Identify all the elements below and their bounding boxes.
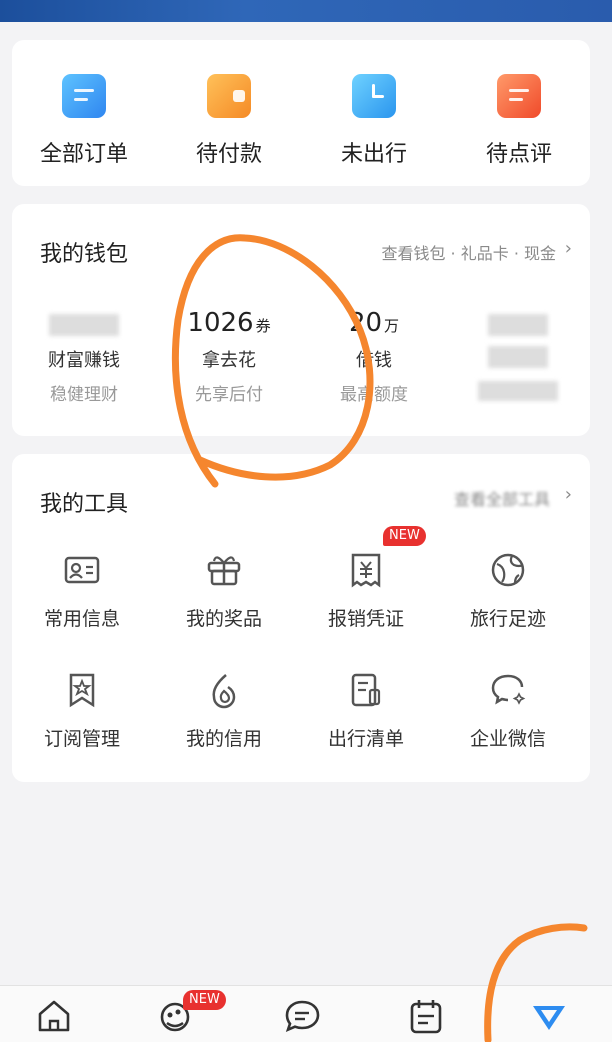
- chat-bubble-icon: [488, 670, 528, 710]
- wealth-value: [12, 308, 156, 340]
- loan-value: 20 万: [348, 308, 400, 338]
- home-icon[interactable]: [34, 998, 74, 1034]
- tool-common-info[interactable]: 常用信息: [12, 550, 152, 631]
- all-orders-icon: [62, 74, 106, 118]
- tool-reimbursement[interactable]: 报销凭证 NEW: [296, 526, 436, 631]
- tool-travel-footprint[interactable]: 旅行足迹: [438, 550, 578, 631]
- credit-drop-icon: [204, 670, 244, 710]
- receipt-icon: [346, 550, 386, 590]
- wallet-title: 我的钱包: [40, 242, 129, 267]
- orders-card: 全部订单 待付款 未出行 待点评: [12, 40, 590, 186]
- pending-payment-button[interactable]: 待付款: [159, 74, 299, 168]
- tools-card: 我的工具 查看全部工具 › 常用信息 我的奖品 报销凭证 NEW 旅行足迹 订阅…: [12, 454, 590, 782]
- bookmark-star-icon: [62, 670, 102, 710]
- wallet-item-4[interactable]: [446, 308, 590, 406]
- nqh-value: 1026 券: [187, 308, 271, 338]
- new-badge: NEW: [183, 990, 226, 1010]
- gift-icon: [204, 550, 244, 590]
- top-banner: [0, 0, 612, 22]
- tool-subscription[interactable]: 订阅管理: [12, 670, 152, 751]
- globe-icon: [488, 550, 528, 590]
- calendar-icon[interactable]: [406, 998, 446, 1034]
- new-badge: NEW: [383, 526, 426, 546]
- pending-review-button[interactable]: 待点评: [449, 74, 589, 168]
- tool-my-credit[interactable]: 我的信用: [154, 670, 294, 751]
- review-icon: [497, 74, 541, 118]
- wallet-item-4-value: [446, 308, 590, 340]
- wallet-pay-icon: [207, 74, 251, 118]
- checklist-icon: [346, 670, 386, 710]
- bottom-nav: NEW: [0, 985, 612, 1042]
- travel-icon[interactable]: NEW: [155, 990, 226, 1034]
- all-orders-button[interactable]: 全部订单: [14, 74, 154, 168]
- my-icon[interactable]: [529, 998, 569, 1034]
- id-card-icon: [62, 550, 102, 590]
- upcoming-trips-button[interactable]: 未出行: [304, 74, 444, 168]
- message-icon[interactable]: [282, 998, 322, 1034]
- loan-item[interactable]: 20 万 借钱 最高额度: [302, 308, 446, 405]
- wallet-link[interactable]: 查看钱包 · 礼品卡 · 现金: [381, 240, 556, 264]
- wallet-card: 我的钱包 查看钱包 · 礼品卡 · 现金 › 财富赚钱 稳健理财 1026 券 拿…: [12, 204, 590, 436]
- chevron-right-icon[interactable]: ›: [565, 484, 572, 505]
- tools-link[interactable]: 查看全部工具: [454, 486, 550, 510]
- tool-my-prizes[interactable]: 我的奖品: [154, 550, 294, 631]
- tool-wecom[interactable]: 企业微信: [438, 670, 578, 751]
- clock-icon: [352, 74, 396, 118]
- chevron-right-icon[interactable]: ›: [565, 238, 572, 259]
- nqh-item[interactable]: 1026 券 拿去花 先享后付: [157, 308, 301, 405]
- wealth-item[interactable]: 财富赚钱 稳健理财: [12, 308, 156, 405]
- tools-title: 我的工具: [40, 492, 129, 517]
- tool-travel-checklist[interactable]: 出行清单: [296, 670, 436, 751]
